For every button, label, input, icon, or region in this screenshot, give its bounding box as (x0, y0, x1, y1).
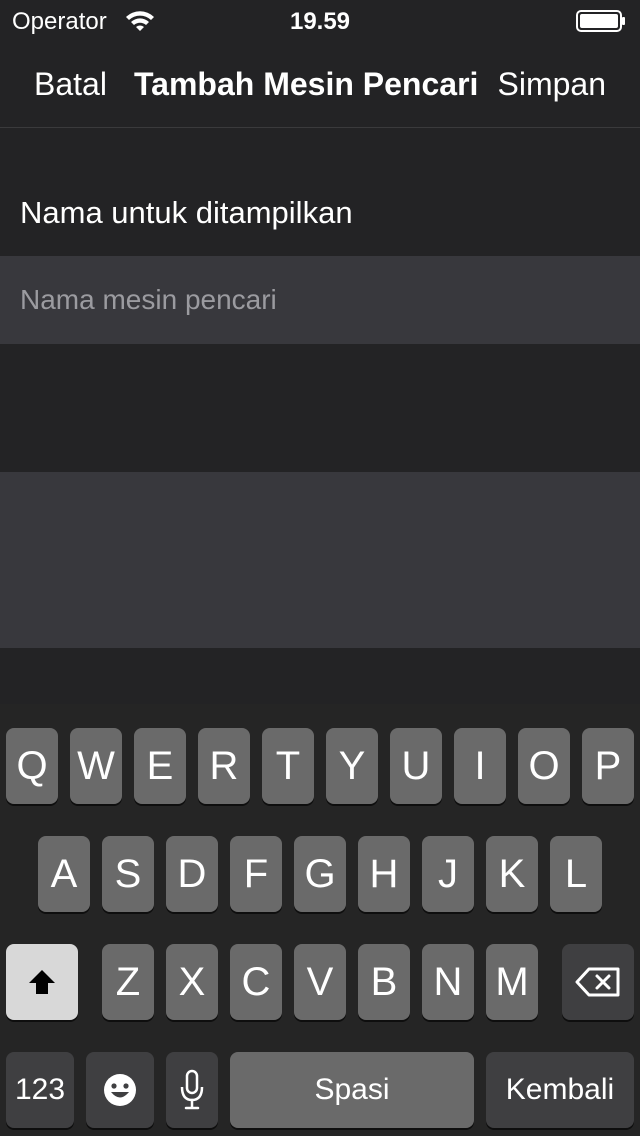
shift-key[interactable] (6, 944, 78, 1020)
key-z[interactable]: Z (102, 944, 154, 1020)
search-engine-name-input[interactable] (0, 256, 640, 344)
backspace-key[interactable] (562, 944, 634, 1020)
key-p[interactable]: P (582, 728, 634, 804)
navigation-bar: Batal Tambah Mesin Pencari Simpan (0, 40, 640, 128)
backspace-icon (575, 967, 620, 997)
key-v[interactable]: V (294, 944, 346, 1020)
key-y[interactable]: Y (326, 728, 378, 804)
key-k[interactable]: K (486, 836, 538, 912)
key-d[interactable]: D (166, 836, 218, 912)
key-u[interactable]: U (390, 728, 442, 804)
key-l[interactable]: L (550, 836, 602, 912)
name-section-label: Nama untuk ditampilkan (20, 195, 353, 230)
emoji-icon (104, 1074, 136, 1106)
dictation-key[interactable] (166, 1052, 218, 1128)
key-o[interactable]: O (518, 728, 570, 804)
key-c[interactable]: C (230, 944, 282, 1020)
status-bar: Operator 19.59 (0, 0, 640, 40)
page-title: Tambah Mesin Pencari (134, 66, 479, 102)
emoji-key[interactable] (86, 1052, 154, 1128)
key-q[interactable]: Q (6, 728, 58, 804)
search-url-textarea[interactable] (0, 472, 640, 648)
microphone-icon (180, 1069, 204, 1110)
key-w[interactable]: W (70, 728, 122, 804)
battery-icon (576, 10, 625, 32)
key-r[interactable]: R (198, 728, 250, 804)
status-time: 19.59 (289, 8, 351, 35)
key-a[interactable]: A (38, 836, 90, 912)
key-x[interactable]: X (166, 944, 218, 1020)
return-key[interactable]: Kembali (486, 1052, 634, 1128)
key-g[interactable]: G (294, 836, 346, 912)
key-s[interactable]: S (102, 836, 154, 912)
save-button[interactable]: Simpan (498, 66, 607, 103)
key-j[interactable]: J (422, 836, 474, 912)
key-n[interactable]: N (422, 944, 474, 1020)
key-m[interactable]: M (486, 944, 538, 1020)
on-screen-keyboard: QWERTYUIOP ASDFGHJKL ZXCVBNM 123 Spasi K… (0, 704, 640, 1136)
key-t[interactable]: T (262, 728, 314, 804)
space-key[interactable]: Spasi (230, 1052, 474, 1128)
key-e[interactable]: E (134, 728, 186, 804)
cancel-button[interactable]: Batal (34, 66, 107, 103)
shift-icon (29, 970, 55, 994)
key-h[interactable]: H (358, 836, 410, 912)
key-b[interactable]: B (358, 944, 410, 1020)
numbers-key[interactable]: 123 (6, 1052, 74, 1128)
key-i[interactable]: I (454, 728, 506, 804)
key-f[interactable]: F (230, 836, 282, 912)
